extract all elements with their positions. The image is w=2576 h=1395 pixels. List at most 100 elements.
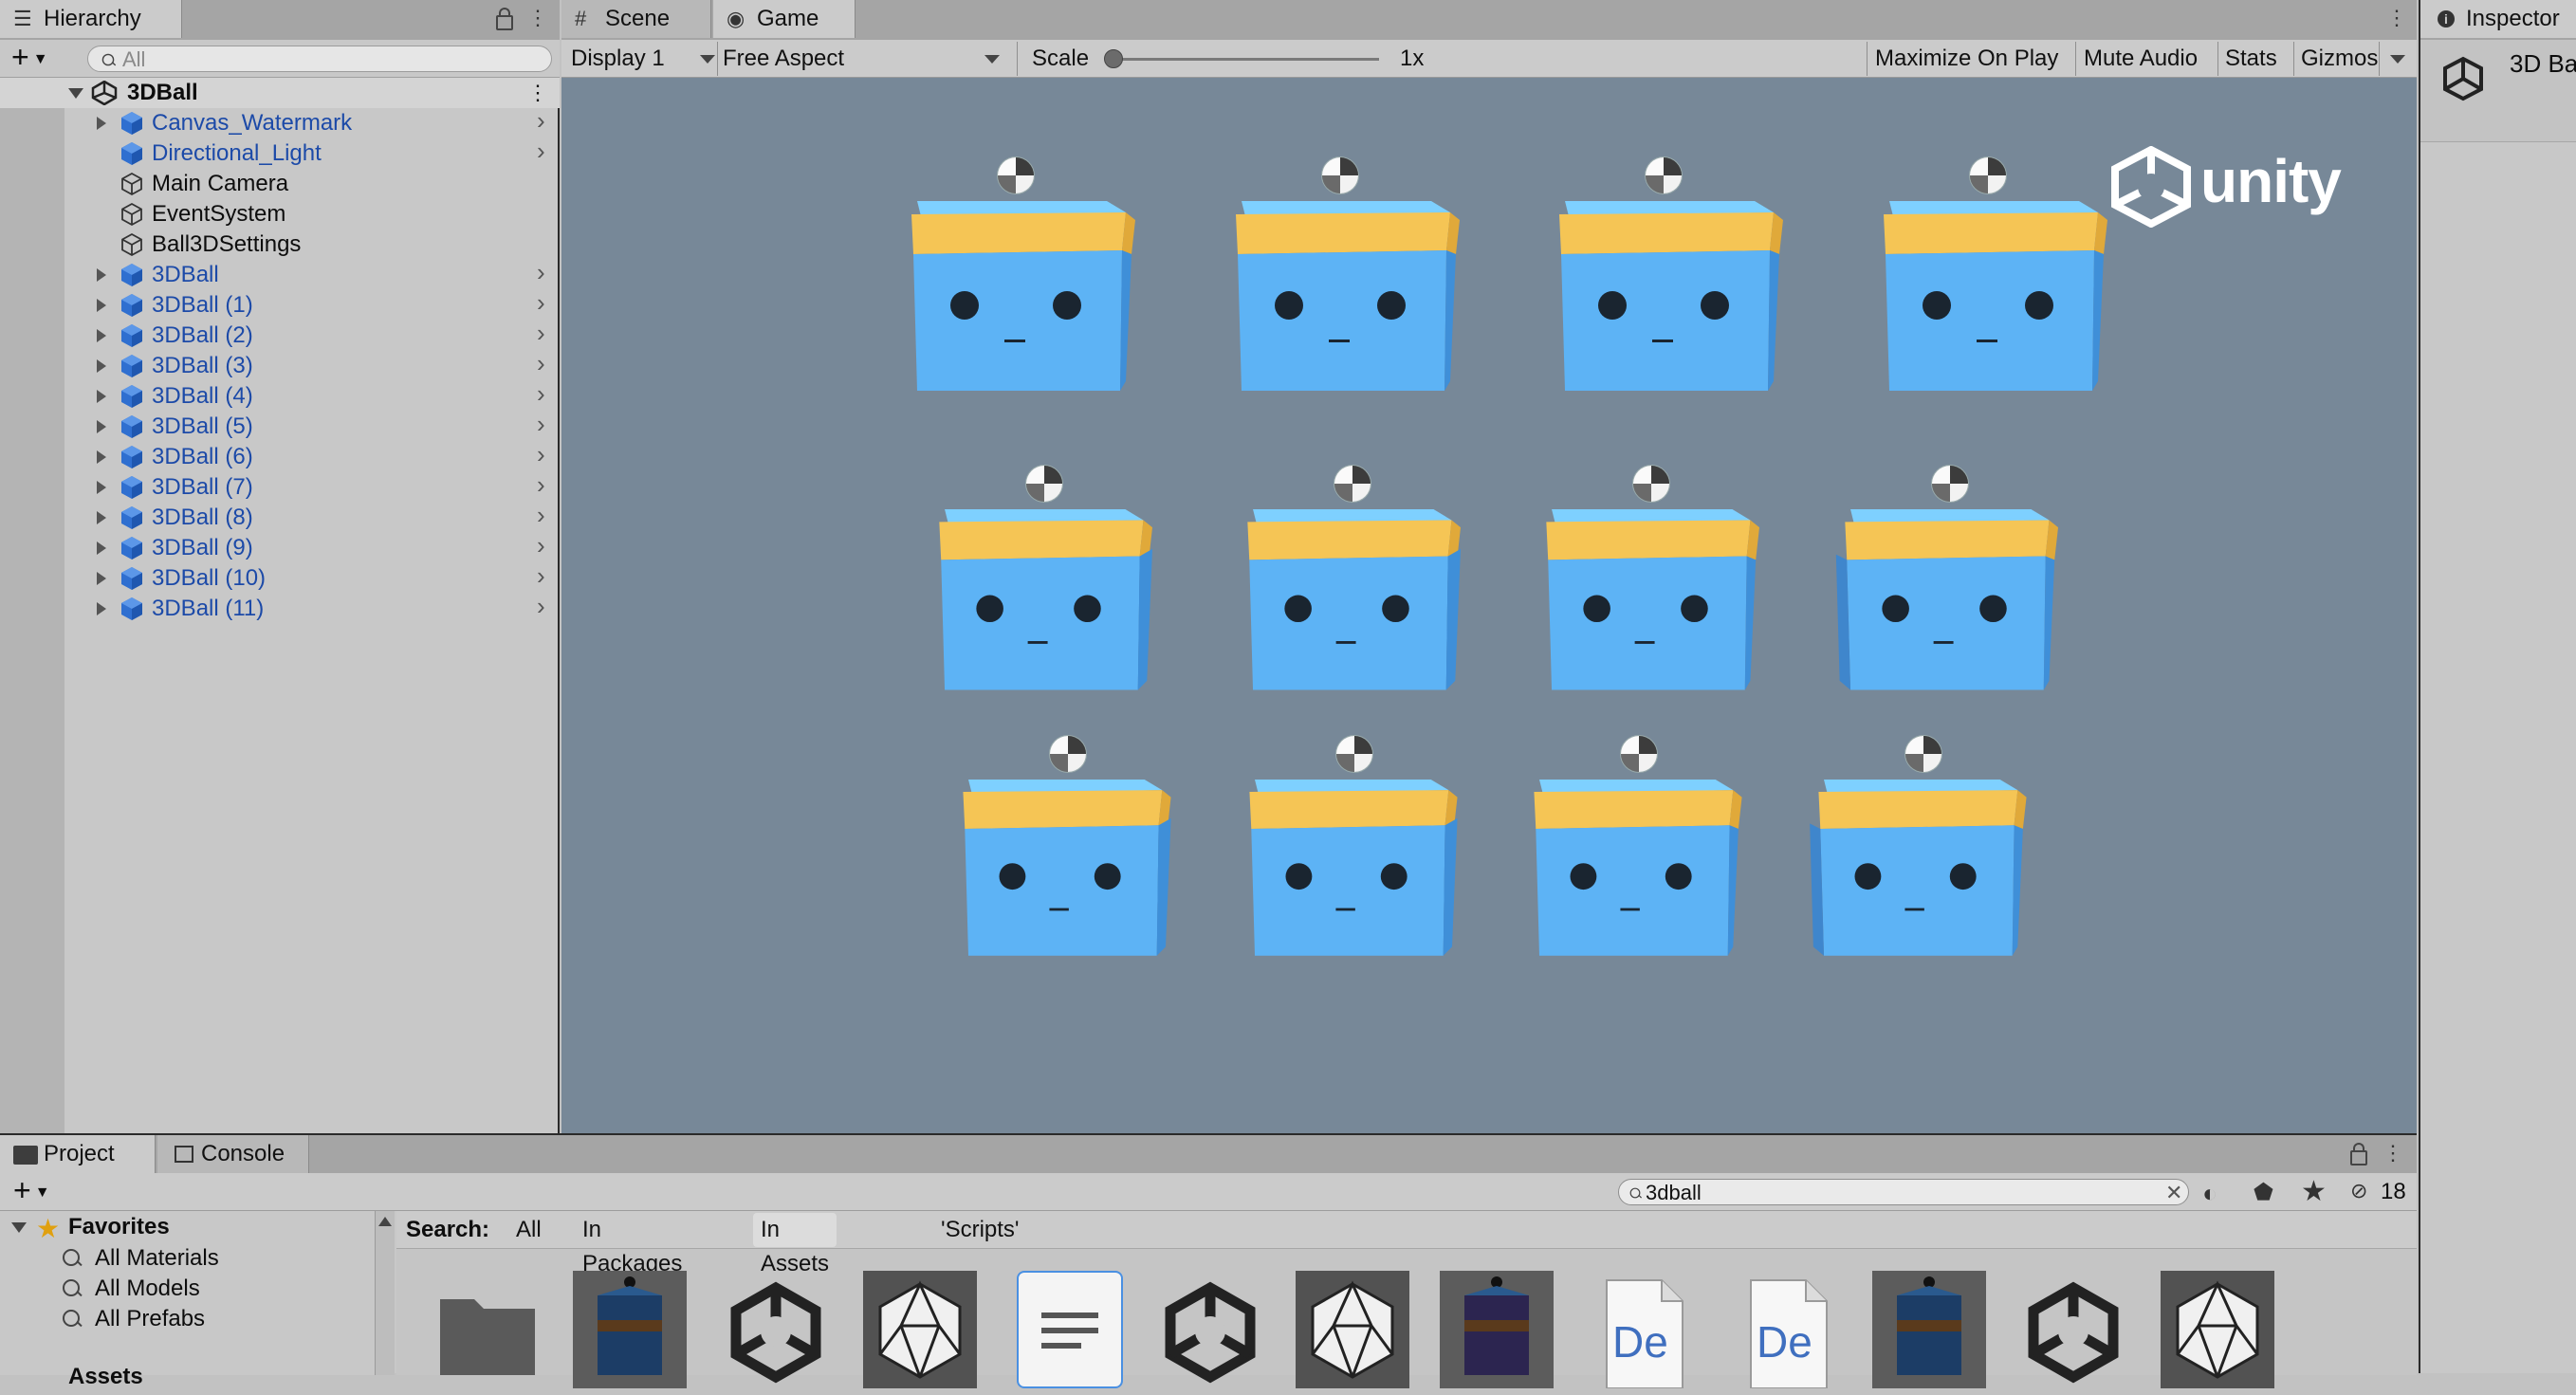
open-prefab-chevron-icon[interactable]: › [537,560,545,591]
scene-kebab-icon[interactable]: ⋮ [527,78,548,108]
search-filter-3[interactable]: 'Scripts' [933,1213,1027,1247]
unity-logo-icon[interactable] [1151,1271,1269,1388]
document-icon[interactable]: De [1584,1271,1702,1388]
prefab-icon[interactable] [571,1271,689,1388]
hierarchy-item[interactable]: Ball3DSettings [0,229,560,260]
favorite-star-icon[interactable]: ★ [2301,1175,2327,1208]
scale-slider-thumb[interactable] [1104,49,1123,68]
unity-logo-icon[interactable] [2015,1271,2132,1388]
search-input[interactable]: All [87,46,552,72]
kebab-menu-icon[interactable]: ⋮ [2386,6,2407,30]
game-viewport[interactable]: unity [561,78,2417,1133]
open-prefab-chevron-icon[interactable]: › [537,500,545,530]
stats-toggle[interactable]: Stats [2225,40,2277,78]
expand-arrow-icon[interactable] [97,481,106,494]
maximize-on-play-toggle[interactable]: Maximize On Play [1875,40,2058,78]
project-add-button[interactable]: + ▼ [13,1173,66,1209]
expand-arrow-icon[interactable] [97,390,106,403]
unity-logo-icon[interactable] [717,1271,835,1388]
filter-by-type-icon[interactable]: ◐ [2202,1179,2217,1208]
prefab-cube-icon [121,476,142,499]
prefab-icon[interactable] [1438,1271,1555,1388]
folder-tree-scrollbar[interactable] [376,1211,395,1375]
scroll-up-icon[interactable] [378,1217,392,1226]
expand-arrow-icon[interactable] [97,117,106,130]
hierarchy-item[interactable]: 3DBall (1) › [0,287,560,321]
tab-console[interactable]: Console [157,1135,309,1173]
lock-icon[interactable] [496,8,513,30]
hierarchy-item[interactable]: 3DBall (10) › [0,560,560,594]
expand-arrow-icon[interactable] [97,329,106,342]
hierarchy-item[interactable]: Main Camera [0,169,560,199]
open-prefab-chevron-icon[interactable]: › [537,469,545,500]
expand-arrow-icon[interactable] [97,541,106,555]
hierarchy-item[interactable]: 3DBall › [0,257,560,290]
gizmos-toggle[interactable]: Gizmos [2301,40,2378,78]
tab-inspector[interactable]: i Inspector [2420,0,2576,38]
hierarchy-item[interactable]: 3DBall (6) › [0,439,560,472]
tab-scene[interactable]: # Scene [561,0,711,38]
model-icon[interactable] [861,1271,979,1388]
hierarchy-item[interactable]: EventSystem [0,199,560,229]
mute-audio-toggle[interactable]: Mute Audio [2084,40,2198,78]
open-prefab-chevron-icon[interactable]: › [537,378,545,409]
folder-icon[interactable] [429,1271,546,1388]
expand-arrow-icon[interactable] [97,420,106,433]
project-search-input[interactable]: 3dball ✕ [1618,1179,2189,1205]
scale-slider-track[interactable] [1113,58,1379,61]
expand-arrow-icon[interactable] [97,359,106,373]
kebab-menu-icon[interactable]: ⋮ [2383,1141,2403,1166]
open-prefab-chevron-icon[interactable]: › [537,136,545,166]
open-prefab-chevron-icon[interactable]: › [537,257,545,287]
model-icon[interactable] [2159,1271,2276,1388]
open-prefab-chevron-icon[interactable]: › [537,318,545,348]
hierarchy-toolbar: + ▼ All [0,40,560,78]
kebab-menu-icon[interactable]: ⋮ [527,6,548,30]
prefab-icon[interactable] [1870,1271,1988,1388]
favorites-expand-icon[interactable] [11,1222,27,1233]
label-tag-icon[interactable]: ⬟ [2254,1179,2273,1206]
model-icon[interactable] [1294,1271,1411,1388]
document-icon[interactable]: De [1728,1271,1846,1388]
expand-arrow-icon[interactable] [97,572,106,585]
clear-search-icon[interactable]: ✕ [2165,1180,2182,1205]
expand-arrow-icon[interactable] [97,602,106,615]
script-icon[interactable] [1011,1271,1129,1388]
hidden-eye-icon[interactable]: ⊘ [2350,1179,2367,1203]
search-filter-2[interactable]: In Assets [753,1213,837,1276]
open-prefab-chevron-icon[interactable]: › [537,439,545,469]
expand-arrow-icon[interactable] [68,88,83,99]
expand-arrow-icon[interactable] [97,450,106,464]
search-filter-0[interactable]: All [508,1213,549,1247]
hierarchy-item[interactable]: 3DBall (5) › [0,409,560,442]
scene-root-row[interactable]: 3DBall ⋮ [0,78,560,108]
tab-hierarchy[interactable]: ☰ Hierarchy [0,0,182,38]
open-prefab-chevron-icon[interactable]: › [537,287,545,318]
add-button[interactable]: + ▼ [11,40,64,76]
open-prefab-chevron-icon[interactable]: › [537,105,545,136]
expand-arrow-icon[interactable] [97,511,106,524]
expand-arrow-icon[interactable] [97,268,106,282]
hierarchy-item[interactable]: Directional_Light › [0,136,560,169]
hierarchy-item[interactable]: 3DBall (8) › [0,500,560,533]
hierarchy-item[interactable]: 3DBall (9) › [0,530,560,563]
lock-icon[interactable] [2350,1143,2367,1166]
open-prefab-chevron-icon[interactable]: › [537,530,545,560]
aspect-dropdown[interactable]: Free Aspect [723,40,1007,78]
hierarchy-item[interactable]: 3DBall (2) › [0,318,560,351]
hierarchy-item[interactable]: Canvas_Watermark › [0,105,560,138]
tab-project[interactable]: Project [0,1135,156,1173]
hierarchy-item[interactable]: 3DBall (11) › [0,591,560,624]
hierarchy-item[interactable]: 3DBall (7) › [0,469,560,503]
open-prefab-chevron-icon[interactable]: › [537,409,545,439]
search-filter-1[interactable]: In Packages [575,1213,690,1276]
display-dropdown[interactable]: Display 1 [571,40,717,78]
agent-cube [1236,201,1460,391]
gizmos-dropdown-icon[interactable] [2390,55,2405,64]
hierarchy-item[interactable]: 3DBall (3) › [0,348,560,381]
tab-game[interactable]: ◉ Game [713,0,856,38]
open-prefab-chevron-icon[interactable]: › [537,591,545,621]
expand-arrow-icon[interactable] [97,299,106,312]
hierarchy-item[interactable]: 3DBall (4) › [0,378,560,412]
open-prefab-chevron-icon[interactable]: › [537,348,545,378]
